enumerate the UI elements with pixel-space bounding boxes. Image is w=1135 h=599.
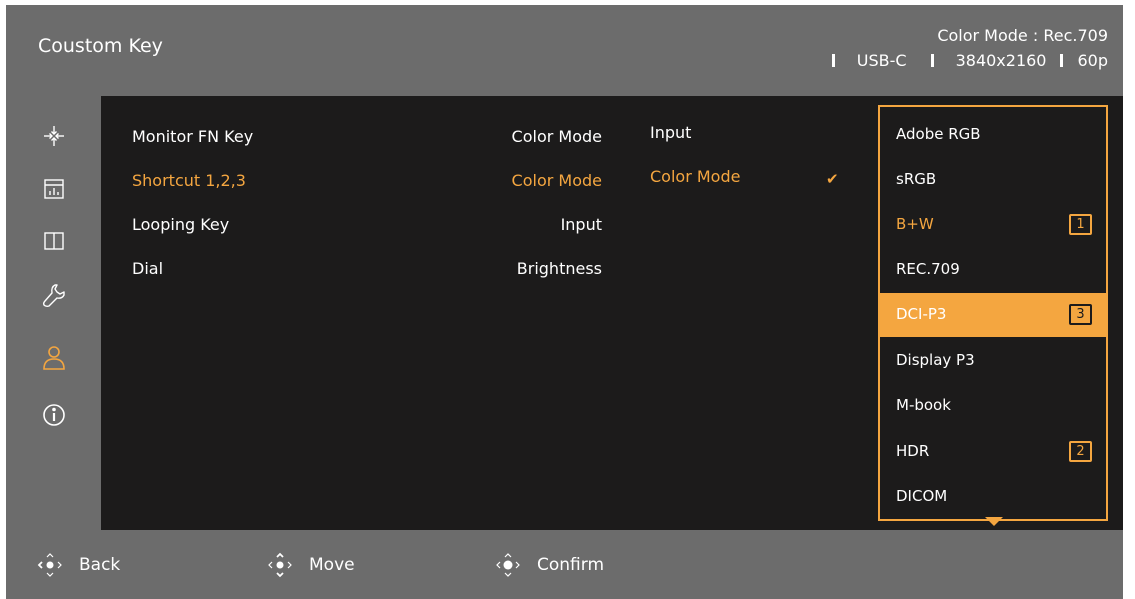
list-item-label: DICOM <box>896 487 948 505</box>
move-button[interactable]: Move <box>263 548 355 582</box>
list-item-dci-p3[interactable]: DCI-P3 3 <box>880 293 1106 337</box>
wrench-icon[interactable] <box>41 282 67 308</box>
back-button[interactable]: Back <box>33 548 120 582</box>
confirm-button[interactable]: Confirm <box>491 548 604 582</box>
list-item-srgb[interactable]: sRGB <box>880 158 1106 202</box>
color-mode-status: Color Mode : Rec.709 <box>937 26 1108 45</box>
list-item-label: sRGB <box>896 170 937 188</box>
refresh-status: 60p <box>1077 51 1108 70</box>
list-item-dicom[interactable]: DICOM <box>880 475 1106 519</box>
color-mode-list: Adobe RGB sRGB B+W 1 REC.709 DCI-P3 3 Di… <box>878 105 1108 521</box>
shortcut-badge: 3 <box>1069 304 1092 325</box>
confirm-label: Confirm <box>537 555 605 575</box>
list-item-label: HDR <box>896 442 930 460</box>
page-title: Coustom Key <box>38 35 163 57</box>
menu-item-monitor-fn-key[interactable]: Monitor FN Key <box>132 127 253 146</box>
picture-adjust-icon[interactable] <box>41 123 67 149</box>
list-item-label: Display P3 <box>896 351 975 369</box>
menu-item-looping-key[interactable]: Looping Key <box>132 215 229 234</box>
list-item-bw[interactable]: B+W 1 <box>880 203 1106 247</box>
check-icon: ✔ <box>826 170 839 188</box>
menu-item-dial[interactable]: Dial <box>132 259 163 278</box>
list-item-label: M-book <box>896 396 951 414</box>
list-item-label: B+W <box>896 215 934 233</box>
color-chart-icon[interactable] <box>41 176 67 202</box>
shortcut-badge: 2 <box>1069 441 1092 462</box>
resolution-status: 3840x2160 <box>955 51 1047 70</box>
list-item-label: REC.709 <box>896 260 960 278</box>
list-item-adobe-rgb[interactable]: Adobe RGB <box>880 113 1106 157</box>
footer-bar: Back Move Confirm <box>6 530 1123 599</box>
list-item-label: Adobe RGB <box>896 125 981 143</box>
back-label: Back <box>79 555 121 575</box>
option-input[interactable]: Input <box>650 123 691 142</box>
list-item-hdr[interactable]: HDR 2 <box>880 430 1106 474</box>
input-status: USB-C <box>856 51 907 70</box>
list-item-m-book[interactable]: M-book <box>880 384 1106 428</box>
signal-status: USB-C 3840x2160 60p <box>831 51 1108 70</box>
status-divider <box>831 54 835 67</box>
joystick-back-icon <box>37 553 62 577</box>
list-item-rec709[interactable]: REC.709 <box>880 248 1106 292</box>
shortcut-badge: 1 <box>1069 214 1092 235</box>
menu-item-shortcut[interactable]: Shortcut 1,2,3 <box>132 171 246 190</box>
joystick-move-icon <box>268 552 292 578</box>
sidebar <box>6 96 101 530</box>
dial-value[interactable]: Brightness <box>517 259 602 278</box>
list-item-display-p3[interactable]: Display P3 <box>880 339 1106 383</box>
user-icon[interactable] <box>41 344 67 370</box>
scroll-down-arrow-icon[interactable] <box>985 517 1003 526</box>
move-label: Move <box>309 555 355 575</box>
osd-menu: Coustom Key Color Mode : Rec.709 USB-C 3… <box>6 5 1123 599</box>
info-icon[interactable] <box>41 402 67 428</box>
option-color-mode[interactable]: Color Mode <box>650 167 740 186</box>
status-divider <box>930 54 934 67</box>
list-item-label: DCI-P3 <box>896 305 947 323</box>
header-bar: Coustom Key Color Mode : Rec.709 USB-C 3… <box>6 5 1123 96</box>
fn-key-value[interactable]: Color Mode <box>512 127 602 146</box>
layout-icon[interactable] <box>41 228 67 254</box>
shortcut-value[interactable]: Color Mode <box>512 171 602 190</box>
status-divider <box>1060 54 1064 67</box>
looping-key-value[interactable]: Input <box>561 215 602 234</box>
joystick-confirm-icon <box>496 553 520 577</box>
